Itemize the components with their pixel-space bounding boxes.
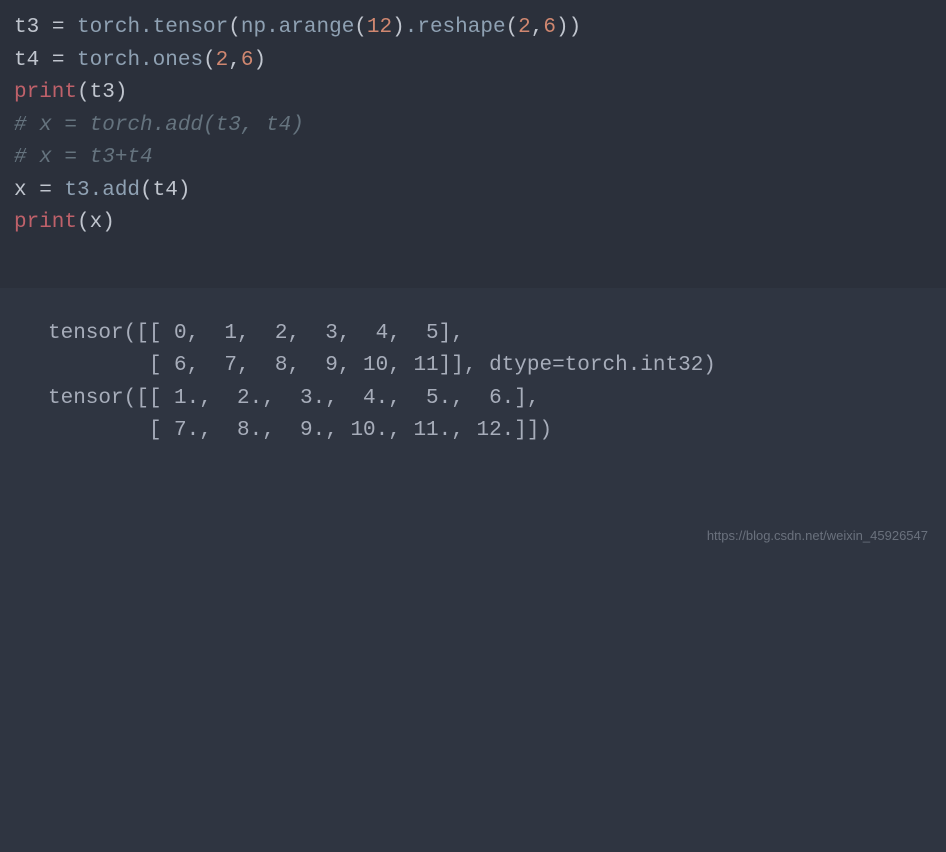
output-line-1: tensor([[ 0, 1, 2, 3, 4, 5],	[48, 318, 932, 351]
variable: t3	[90, 81, 115, 104]
operator: =	[27, 179, 65, 202]
punct: (	[203, 49, 216, 72]
variable: t3	[14, 16, 39, 39]
punct: )	[102, 211, 115, 234]
function-call: t3.add	[64, 179, 140, 202]
number: 2	[518, 16, 531, 39]
punct: ))	[556, 16, 581, 39]
number: 2	[216, 49, 229, 72]
variable: t4	[14, 49, 39, 72]
punct: (	[140, 179, 153, 202]
watermark-text: https://blog.csdn.net/weixin_45926547	[707, 526, 928, 546]
punct: ,	[531, 16, 544, 39]
punct: (	[228, 16, 241, 39]
operator: =	[39, 16, 77, 39]
variable: t4	[153, 179, 178, 202]
punct: (	[77, 211, 90, 234]
variable: x	[14, 179, 27, 202]
variable: x	[90, 211, 103, 234]
number: 12	[367, 16, 392, 39]
output-line-3: tensor([[ 1., 2., 3., 4., 5., 6.],	[48, 383, 932, 416]
punct: )	[178, 179, 191, 202]
code-line-6: x = t3.add(t4)	[14, 175, 932, 208]
punct: (	[77, 81, 90, 104]
punct: ,	[228, 49, 241, 72]
function-call: .reshape	[405, 16, 506, 39]
punct: (	[506, 16, 519, 39]
output-line-4: [ 7., 8., 9., 10., 11., 12.]])	[48, 415, 932, 448]
output-line-2: [ 6, 7, 8, 9, 10, 11]], dtype=torch.int3…	[48, 350, 932, 383]
output-block: tensor([[ 0, 1, 2, 3, 4, 5], [ 6, 7, 8, …	[0, 288, 946, 852]
operator: =	[39, 49, 77, 72]
print-call: print	[14, 211, 77, 234]
function-call: torch.ones	[77, 49, 203, 72]
code-line-3: print(t3)	[14, 77, 932, 110]
punct: )	[254, 49, 267, 72]
punct: (	[354, 16, 367, 39]
code-line-4-comment: # x = torch.add(t3, t4)	[14, 110, 932, 143]
code-line-5-comment: # x = t3+t4	[14, 142, 932, 175]
number: 6	[241, 49, 254, 72]
code-line-7: print(x)	[14, 207, 932, 240]
punct: )	[115, 81, 128, 104]
code-line-2: t4 = torch.ones(2,6)	[14, 45, 932, 78]
code-block: t3 = torch.tensor(np.arange(12).reshape(…	[0, 0, 946, 260]
punct: )	[392, 16, 405, 39]
function-call: np.arange	[241, 16, 354, 39]
print-call: print	[14, 81, 77, 104]
function-call: torch.tensor	[77, 16, 228, 39]
code-line-1: t3 = torch.tensor(np.arange(12).reshape(…	[14, 12, 932, 45]
number: 6	[543, 16, 556, 39]
